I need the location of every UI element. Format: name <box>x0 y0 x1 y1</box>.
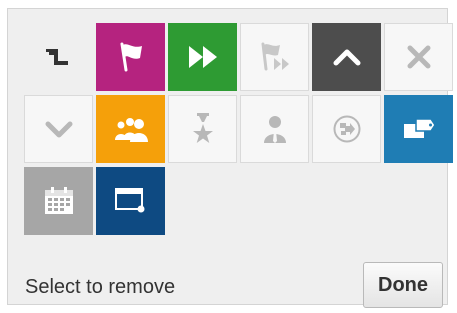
person-tile[interactable] <box>240 95 309 163</box>
fast-forward-icon <box>186 44 220 70</box>
step-tile[interactable] <box>24 23 93 91</box>
chevron-down-tile[interactable] <box>24 95 93 163</box>
trophy-star-tile[interactable] <box>168 95 237 163</box>
flag-icon <box>114 40 148 74</box>
step-icon <box>44 46 74 68</box>
fast-forward-tile[interactable] <box>168 23 237 91</box>
instruction-text: Select to remove <box>25 276 176 298</box>
flag-forward-icon <box>257 40 293 74</box>
chevron-up-tile[interactable] <box>312 23 381 91</box>
route-icon <box>332 114 362 144</box>
chevron-up-icon <box>332 47 362 67</box>
route-tile[interactable] <box>312 95 381 163</box>
close-tile[interactable] <box>384 23 453 91</box>
calendar-tile[interactable] <box>24 167 93 235</box>
tag-card-icon <box>401 115 437 143</box>
chevron-down-icon <box>44 119 74 139</box>
close-icon <box>405 43 433 71</box>
trophy-star-icon <box>190 111 216 147</box>
icon-picker-panel: Select to remove Done <box>7 8 453 308</box>
flag-tile[interactable] <box>96 23 165 91</box>
group-icon <box>112 114 150 144</box>
done-button[interactable]: Done <box>363 262 443 308</box>
flag-forward-tile[interactable] <box>240 23 309 91</box>
tag-card-tile[interactable] <box>384 95 453 163</box>
calendar-icon <box>42 185 76 217</box>
window-dot-tile[interactable] <box>96 167 165 235</box>
window-dot-icon <box>113 185 149 217</box>
group-tile[interactable] <box>96 95 165 163</box>
person-icon <box>261 113 289 145</box>
